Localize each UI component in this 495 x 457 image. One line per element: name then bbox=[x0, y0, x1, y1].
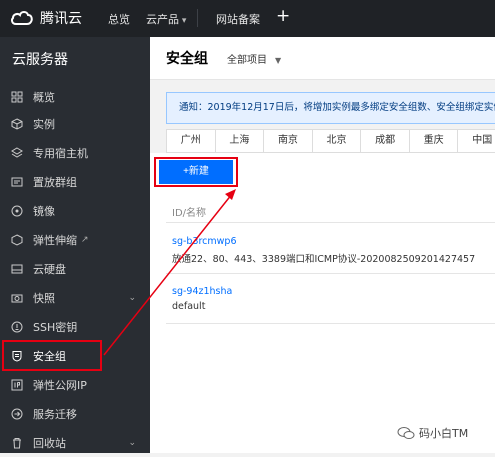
top-bar: 腾讯云 总览 云产品 网站备案 + bbox=[0, 0, 495, 37]
divider bbox=[166, 273, 495, 274]
sidebar-item-migration[interactable]: 服务迁移 bbox=[0, 400, 150, 428]
nav-icp-filing[interactable]: 网站备案 bbox=[216, 11, 260, 27]
chat-bubble-icon bbox=[397, 427, 415, 439]
sidebar-item-auto-scaling[interactable]: 弹性伸缩 ↗ bbox=[0, 226, 150, 254]
watermark: 码小白TM bbox=[397, 425, 468, 441]
sidebar-item-label: 镜像 bbox=[33, 205, 55, 218]
chevron-down-icon[interactable]: ⌄ bbox=[128, 438, 136, 448]
ip-icon bbox=[11, 379, 23, 391]
tab-region-beijing[interactable]: 北京 bbox=[311, 129, 362, 153]
nav-products[interactable]: 云产品 bbox=[146, 11, 186, 27]
divider bbox=[166, 222, 495, 223]
page-header: 安全组 全部项目 ▼ bbox=[150, 37, 495, 80]
external-link-icon: ↗ bbox=[81, 235, 89, 245]
nav-overview[interactable]: 总览 bbox=[108, 11, 130, 27]
disk-icon bbox=[11, 263, 23, 275]
scaling-icon bbox=[11, 234, 23, 246]
sidebar-item-snapshots[interactable]: 快照 ⌄ bbox=[0, 284, 150, 312]
disc-icon bbox=[11, 205, 23, 217]
project-select-value: 全部项目 bbox=[227, 55, 267, 66]
sidebar-item-label: 置放群组 bbox=[33, 176, 77, 189]
cube-icon bbox=[11, 118, 23, 130]
tab-region-shanghai[interactable]: 上海 bbox=[214, 129, 265, 153]
sidebar-item-label: 回收站 bbox=[33, 437, 66, 450]
tab-region-chongqing[interactable]: 重庆 bbox=[408, 129, 459, 153]
sidebar-item-elastic-ip[interactable]: 弹性公网IP bbox=[0, 371, 150, 399]
security-group-id-link[interactable]: sg-b3rcmwp6 bbox=[172, 236, 237, 247]
migrate-icon bbox=[11, 408, 23, 420]
sidebar-item-dedicated-host[interactable]: 专用宿主机 bbox=[0, 139, 150, 167]
security-group-name: 放通22、80、443、3389端口和ICMP协议-20200825092014… bbox=[172, 254, 476, 265]
sidebar-item-label: 弹性公网IP bbox=[33, 379, 87, 392]
trash-icon bbox=[11, 437, 23, 449]
cloud-logo-icon bbox=[11, 11, 33, 25]
sidebar-item-label: 专用宿主机 bbox=[33, 147, 88, 160]
tab-region-nanjing[interactable]: 南京 bbox=[263, 129, 313, 153]
sidebar-item-label: 快照 bbox=[33, 292, 55, 305]
key-icon bbox=[11, 321, 23, 333]
tab-region-chengdu[interactable]: 成都 bbox=[360, 129, 410, 153]
highlight-box bbox=[154, 157, 238, 187]
tab-region-china[interactable]: 中国 bbox=[457, 129, 495, 153]
sidebar-item-cloud-disk[interactable]: 云硬盘 bbox=[0, 255, 150, 283]
logo-text: 腾讯云 bbox=[40, 11, 82, 27]
logo[interactable]: 腾讯云 bbox=[10, 8, 82, 28]
sidebar-item-label: 弹性伸缩 bbox=[33, 234, 77, 247]
watermark-text: 码小白TM bbox=[419, 427, 469, 440]
sidebar-item-label: 服务迁移 bbox=[33, 408, 77, 421]
column-header-id-name: ID/名称 bbox=[172, 208, 207, 219]
tab-region-guangzhou[interactable]: 广州 bbox=[166, 129, 216, 153]
group-icon bbox=[11, 176, 23, 188]
page-title: 安全组 bbox=[166, 51, 208, 67]
sidebar-item-overview[interactable]: 概览 bbox=[0, 83, 150, 111]
divider bbox=[197, 9, 198, 27]
notice-text: 通知：2019年12月17日后，将增加实例最多绑定安全组数、安全组绑定实例最多实… bbox=[179, 102, 495, 113]
sidebar-item-placement-group[interactable]: 置放群组 bbox=[0, 168, 150, 196]
project-select[interactable]: 全部项目 ▼ bbox=[227, 51, 281, 66]
grid-icon bbox=[11, 91, 23, 103]
layers-icon bbox=[11, 147, 23, 159]
security-group-name: default bbox=[172, 301, 206, 312]
sidebar-item-instances[interactable]: 实例 bbox=[0, 110, 150, 138]
sidebar-item-label: 云硬盘 bbox=[33, 263, 66, 276]
caret-down-icon: ▼ bbox=[275, 56, 282, 65]
add-shortcut-button[interactable]: + bbox=[276, 6, 290, 26]
sidebar: 云服务器 概览 实例 专用宿主机 置放群组 镜像 弹性伸缩 ↗ 云硬盘 快照 ⌄… bbox=[0, 37, 150, 453]
notice-banner: 通知：2019年12月17日后，将增加实例最多绑定安全组数、安全组绑定实例最多实… bbox=[166, 92, 495, 124]
main-content: 安全组 全部项目 ▼ 通知：2019年12月17日后，将增加实例最多绑定安全组数、… bbox=[150, 37, 495, 453]
sidebar-item-label: SSH密钥 bbox=[33, 321, 78, 334]
chevron-down-icon[interactable]: ⌄ bbox=[128, 293, 136, 303]
sidebar-item-ssh-keys[interactable]: SSH密钥 bbox=[0, 313, 150, 341]
highlight-box bbox=[2, 340, 102, 371]
camera-icon bbox=[11, 292, 23, 304]
sidebar-title: 云服务器 bbox=[12, 52, 68, 68]
security-group-id-link[interactable]: sg-94z1hsha bbox=[172, 286, 232, 297]
divider bbox=[166, 323, 495, 324]
sidebar-item-images[interactable]: 镜像 bbox=[0, 197, 150, 225]
sidebar-item-label: 概览 bbox=[33, 91, 55, 104]
security-group-list: +新建 ID/名称 sg-b3rcmwp6 放通22、80、443、3389端口… bbox=[150, 153, 495, 453]
sidebar-item-label: 实例 bbox=[33, 118, 55, 131]
region-tabs: 广州 上海 南京 北京 成都 重庆 中国 bbox=[166, 129, 495, 153]
